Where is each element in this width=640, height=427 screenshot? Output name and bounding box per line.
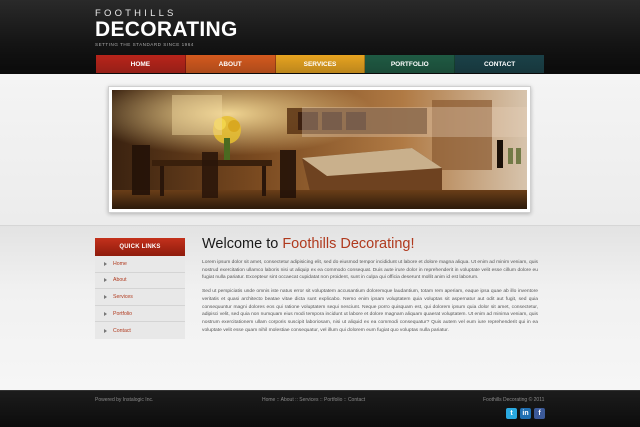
footer-link-contact[interactable]: Contact: [348, 397, 365, 403]
linkedin-icon[interactable]: in: [520, 408, 531, 419]
footer-link-portfolio[interactable]: Portfolio: [324, 397, 342, 403]
quick-link-about[interactable]: About: [95, 273, 185, 290]
quick-link-home[interactable]: Home: [95, 256, 185, 273]
arrow-icon: [104, 328, 107, 333]
footer-links: Home :: About :: Services :: Portfolio :…: [262, 397, 365, 403]
welcome-prefix: Welcome to: [202, 236, 283, 252]
arrow-icon: [104, 278, 107, 283]
logo-main-text: DECORATING: [95, 18, 238, 41]
intro-paragraph: Lorem ipsum dolor sit amet, consectetur …: [202, 260, 538, 281]
quick-links-list: Home About Services Portfolio Contact: [95, 256, 185, 339]
quick-link-label: Contact: [113, 327, 131, 334]
nav-portfolio[interactable]: PORTFOLIO: [365, 55, 456, 73]
arrow-icon: [104, 311, 107, 316]
arrow-icon: [104, 261, 107, 266]
twitter-icon[interactable]: t: [506, 408, 517, 419]
social-icons: t in f: [506, 408, 545, 419]
welcome-heading: Welcome to Foothills Decorating!: [202, 235, 538, 253]
quick-link-label: About: [113, 277, 127, 284]
quick-link-portfolio[interactable]: Portfolio: [95, 306, 185, 323]
powered-by: Powered by Instalogic Inc.: [95, 397, 154, 403]
quick-links-panel: QUICK LINKS Home About Services Portfoli…: [95, 238, 185, 339]
site-logo[interactable]: FOOTHILLS DECORATING SETTING THE STANDAR…: [95, 9, 238, 48]
footer-separator: ::: [295, 397, 298, 403]
footer-separator: ::: [343, 397, 347, 403]
footer-link-about[interactable]: About: [281, 397, 294, 403]
logo-tagline: SETTING THE STANDARD SINCE 1964: [95, 42, 194, 47]
hero-kitchen-image: [112, 90, 527, 209]
quick-link-label: Home: [113, 260, 127, 267]
footer-separator: ::: [276, 397, 280, 403]
footer-link-home[interactable]: Home: [262, 397, 275, 403]
quick-link-services[interactable]: Services: [95, 289, 185, 306]
quick-link-label: Services: [113, 293, 133, 300]
nav-about[interactable]: ABOUT: [185, 55, 276, 73]
quick-links-heading: QUICK LINKS: [95, 238, 185, 256]
nav-contact[interactable]: CONTACT: [455, 55, 544, 73]
footer-link-services[interactable]: Services: [299, 397, 318, 403]
arrow-icon: [104, 294, 107, 299]
welcome-name: Foothills Decorating!: [282, 236, 415, 252]
copyright: Foothills Decorating © 2011: [483, 397, 545, 403]
footer-separator: ::: [319, 397, 323, 403]
main-content: Welcome to Foothills Decorating! Lorem i…: [202, 235, 538, 334]
hero-frame: [108, 86, 531, 213]
nav-services[interactable]: SERVICES: [275, 55, 366, 73]
body-paragraph: Sed ut perspiciatis unde omnis iste natu…: [202, 289, 538, 333]
quick-link-contact[interactable]: Contact: [95, 322, 185, 339]
quick-link-label: Portfolio: [113, 310, 133, 317]
nav-home[interactable]: HOME: [96, 55, 186, 73]
main-nav: HOME ABOUT SERVICES PORTFOLIO CONTACT: [96, 55, 544, 73]
site-footer: Powered by Instalogic Inc. Home :: About…: [0, 390, 640, 427]
facebook-icon[interactable]: f: [534, 408, 545, 419]
